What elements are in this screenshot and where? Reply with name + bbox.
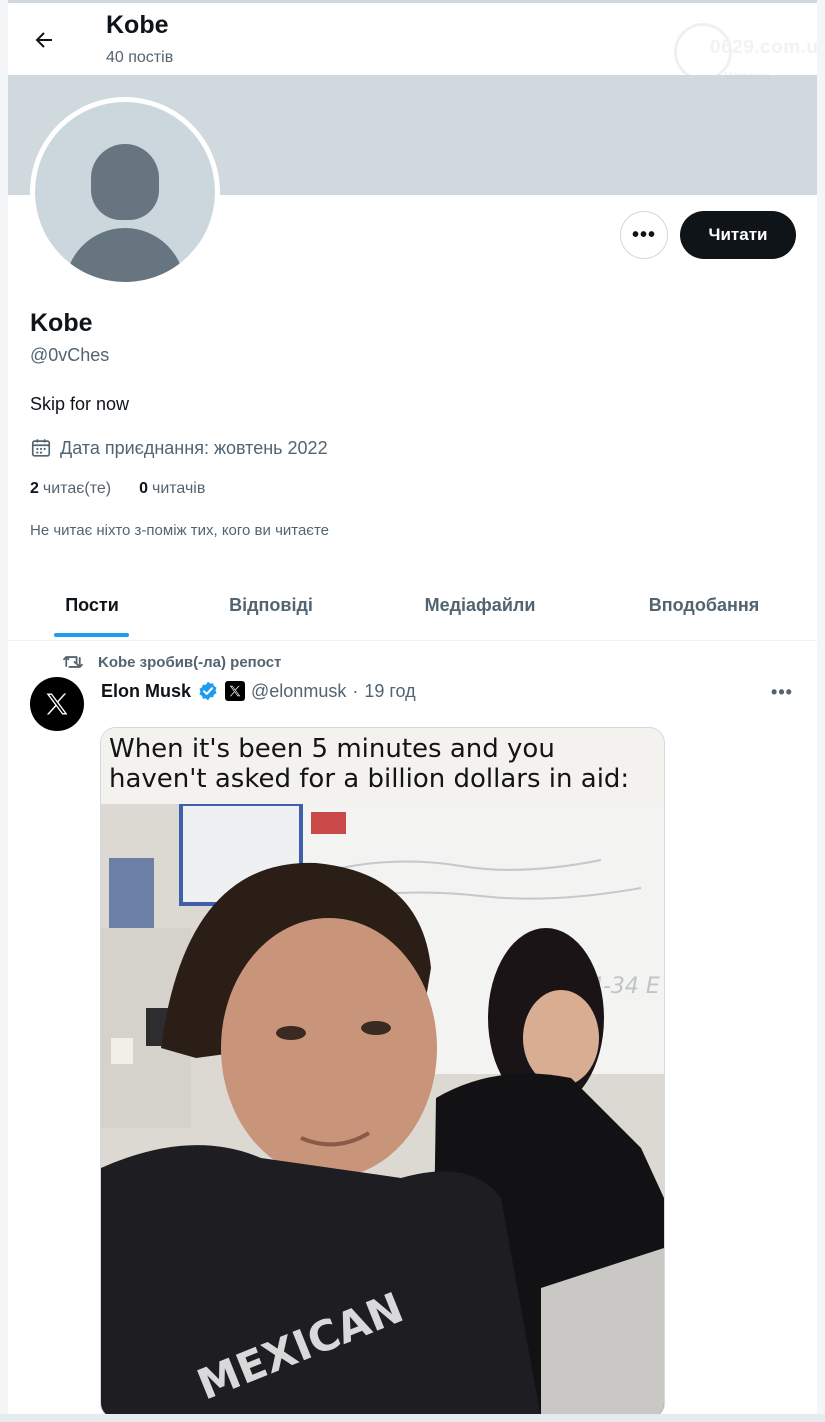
repost-icon bbox=[63, 656, 83, 668]
follow-stats: 2 читає(те) 0 читачів bbox=[30, 480, 205, 498]
tab-posts[interactable]: Пости bbox=[32, 571, 152, 640]
default-avatar-icon bbox=[35, 102, 215, 282]
post-author-handle[interactable]: @elonmusk bbox=[251, 681, 346, 702]
meme-photo: 4-34 E MEXICAN bbox=[101, 728, 664, 1414]
join-date: Дата приєднання: жовтень 2022 bbox=[30, 436, 328, 460]
tab-media[interactable]: Медіафайли bbox=[392, 571, 568, 640]
active-tab-indicator bbox=[54, 633, 129, 637]
window-left-gutter bbox=[0, 0, 8, 1422]
post-author-avatar[interactable] bbox=[30, 677, 84, 731]
followers-link[interactable]: 0 читачів bbox=[139, 480, 205, 498]
repost-label: Kobe зробив(-ла) репост bbox=[98, 653, 282, 671]
window-right-gutter bbox=[817, 0, 825, 1422]
window-bottom-border bbox=[0, 1414, 825, 1422]
back-button[interactable] bbox=[26, 22, 62, 58]
tab-replies[interactable]: Відповіді bbox=[198, 571, 344, 640]
avatar-head-shape bbox=[91, 144, 159, 220]
followers-you-know-note: Не читає ніхто з-поміж тих, кого ви чита… bbox=[30, 522, 330, 539]
header-profile-name: Kobe bbox=[106, 11, 169, 39]
header-posts-count: 40 постів bbox=[106, 49, 174, 66]
profile-avatar[interactable] bbox=[30, 97, 220, 287]
post-more-button[interactable]: ••• bbox=[764, 679, 800, 705]
follow-button[interactable]: Читати bbox=[680, 211, 796, 259]
profile-header-bar: Kobe 40 постів bbox=[8, 3, 817, 75]
affiliate-badge[interactable] bbox=[225, 681, 246, 701]
following-label: читає(те) bbox=[42, 480, 112, 497]
verified-badge-icon bbox=[199, 681, 217, 701]
profile-handle: @0vChes bbox=[30, 345, 110, 365]
post-media-image[interactable]: 4-34 E MEXICAN When it's been 5 minutes … bbox=[100, 727, 665, 1414]
arrow-left-icon bbox=[35, 32, 52, 48]
profile-more-button[interactable]: ••• bbox=[620, 211, 668, 259]
x-logo-icon bbox=[46, 693, 68, 715]
meta-separator: · bbox=[352, 680, 359, 701]
profile-bio: Skip for now bbox=[30, 394, 130, 414]
followers-label: читачів bbox=[152, 480, 206, 497]
profile-tabs: Пости Відповіді Медіафайли Вподобання bbox=[8, 571, 817, 641]
followers-count: 0 bbox=[139, 480, 148, 497]
calendar-icon bbox=[31, 439, 51, 457]
avatar-body-shape bbox=[65, 228, 185, 282]
profile-name: Kobe bbox=[30, 309, 93, 337]
x-logo-icon bbox=[229, 685, 241, 697]
post-timestamp[interactable]: 19 год bbox=[364, 681, 415, 702]
post-author-name[interactable]: Elon Musk bbox=[101, 681, 191, 702]
following-count: 2 bbox=[30, 480, 39, 497]
tab-likes[interactable]: Вподобання bbox=[622, 571, 786, 640]
post-header: Elon Musk @elonmusk · 19 год bbox=[101, 679, 416, 703]
repost-indicator[interactable]: Kobe зробив(-ла) репост bbox=[62, 652, 281, 672]
profile-column: Kobe 40 постів 0629.com.ua Маріуполь •••… bbox=[8, 3, 817, 1414]
join-date-label: Дата приєднання: жовтень 2022 bbox=[60, 437, 328, 458]
following-link[interactable]: 2 читає(те) bbox=[30, 480, 111, 498]
meme-caption: When it's been 5 minutes and you haven't… bbox=[109, 734, 630, 794]
